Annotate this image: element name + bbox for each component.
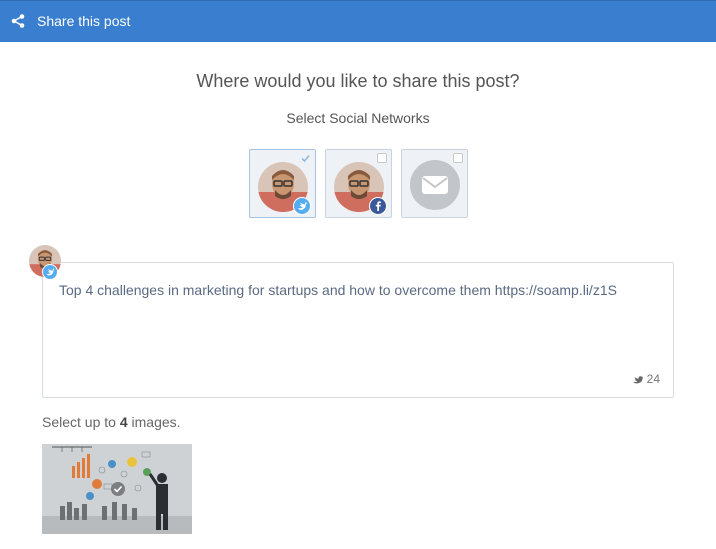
network-twitter[interactable] [249,149,316,218]
hint-prefix: Select up to [42,414,116,430]
header-bar: Share this post [0,0,716,42]
post-composer[interactable]: Top 4 challenges in marketing for startu… [42,262,674,398]
networks-label: Select Social Networks [286,110,430,126]
email-icon [410,160,460,210]
share-question: Where would you like to share this post? [196,71,520,91]
marketing-image [42,444,192,534]
twitter-icon [42,264,58,280]
post-text[interactable]: Top 4 challenges in marketing for startu… [59,282,617,298]
network-email[interactable] [401,149,468,218]
char-counter: 24 [632,372,660,386]
char-count: 24 [646,372,660,386]
checkmark-icon [301,155,310,163]
share-icon [11,14,25,28]
hint-suffix: images. [131,414,181,430]
hint-count: 4 [119,414,128,430]
facebook-icon [369,197,387,215]
twitter-icon [293,197,311,215]
twitter-icon [632,376,643,384]
images-hint: Select up to 4 images. [42,414,181,430]
image-thumbnail[interactable] [42,444,192,534]
network-facebook[interactable] [325,149,392,218]
checkbox[interactable] [377,153,387,163]
header-title: Share this post [37,13,131,29]
